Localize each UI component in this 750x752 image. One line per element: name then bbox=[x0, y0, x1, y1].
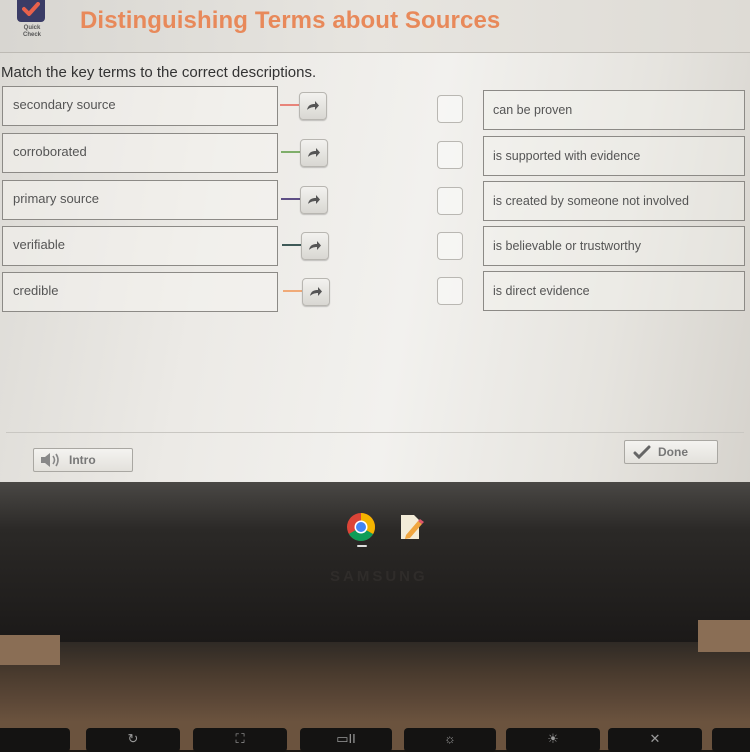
key-mute[interactable]: ✕ bbox=[608, 728, 702, 752]
description-label: can be proven bbox=[493, 103, 573, 117]
key-fullscreen[interactable]: ⛶ bbox=[193, 728, 287, 752]
answer-drop-box[interactable] bbox=[437, 187, 463, 215]
speaker-icon bbox=[40, 452, 62, 468]
arrow-icon bbox=[307, 101, 319, 110]
description-item: is created by someone not involved bbox=[483, 181, 745, 221]
arrow-icon bbox=[308, 195, 320, 204]
shelf-app-text-editor[interactable] bbox=[396, 512, 426, 542]
match-arrow-button[interactable] bbox=[300, 186, 328, 214]
done-label: Done bbox=[658, 445, 688, 459]
answer-drop-box[interactable] bbox=[437, 277, 463, 305]
description-item: can be proven bbox=[483, 90, 745, 130]
term-connector bbox=[281, 198, 301, 200]
running-indicator bbox=[357, 545, 367, 547]
answer-drop-box[interactable] bbox=[437, 232, 463, 260]
intro-button[interactable]: Intro bbox=[33, 448, 133, 472]
checkmark-icon bbox=[22, 2, 40, 16]
shelf bbox=[346, 512, 426, 542]
term-label: credible bbox=[13, 283, 59, 298]
shelf-app-chrome[interactable] bbox=[346, 512, 376, 542]
text-editor-icon bbox=[401, 515, 424, 539]
key-refresh[interactable]: ↻ bbox=[86, 728, 180, 752]
description-label: is supported with evidence bbox=[493, 149, 641, 163]
term-connector bbox=[280, 104, 300, 106]
key-back[interactable] bbox=[0, 728, 70, 752]
instructions: Match the key terms to the correct descr… bbox=[1, 64, 317, 81]
quick-check-label-line1: Quick bbox=[23, 25, 41, 31]
screen: Quick Check Distinguishing Terms about S… bbox=[0, 0, 750, 482]
description-label: is created by someone not involved bbox=[493, 194, 689, 208]
key-overview[interactable]: ▭II bbox=[300, 728, 392, 752]
term-connector bbox=[282, 244, 302, 246]
arrow-icon bbox=[308, 148, 320, 157]
term-item[interactable]: secondary source bbox=[2, 86, 278, 126]
term-item[interactable]: corroborated bbox=[2, 133, 278, 173]
match-arrow-button[interactable] bbox=[300, 139, 328, 167]
hinge-left bbox=[0, 635, 60, 665]
arrow-icon bbox=[309, 241, 321, 250]
device-brand: SAMSUNG bbox=[330, 568, 428, 585]
key-brightness-down[interactable]: ☼ bbox=[404, 728, 496, 752]
description-label: is direct evidence bbox=[493, 284, 590, 298]
screen-bezel bbox=[0, 482, 750, 642]
hinge-right bbox=[698, 620, 750, 652]
term-label: verifiable bbox=[13, 237, 66, 252]
term-connector bbox=[283, 290, 303, 292]
footer-divider bbox=[6, 432, 744, 433]
checkmark-icon bbox=[633, 445, 651, 459]
key-brightness-up[interactable]: ☀ bbox=[506, 728, 600, 752]
match-arrow-button[interactable] bbox=[299, 92, 327, 120]
laptop-hinge bbox=[0, 642, 750, 722]
key-volume[interactable] bbox=[712, 728, 750, 752]
description-item: is supported with evidence bbox=[483, 136, 745, 176]
activity-header: Quick Check Distinguishing Terms about S… bbox=[0, 0, 750, 53]
term-item[interactable]: verifiable bbox=[2, 226, 278, 266]
term-label: primary source bbox=[13, 191, 99, 206]
term-label: secondary source bbox=[13, 97, 116, 112]
match-arrow-button[interactable] bbox=[302, 278, 330, 306]
quick-check-badge bbox=[17, 0, 45, 22]
intro-label: Intro bbox=[69, 453, 96, 467]
description-item: is believable or trustworthy bbox=[483, 226, 745, 266]
answer-drop-box[interactable] bbox=[437, 95, 463, 123]
term-connector bbox=[281, 151, 301, 153]
chrome-icon bbox=[347, 513, 375, 541]
quick-check-label: Quick Check bbox=[14, 25, 50, 39]
term-item[interactable]: primary source bbox=[2, 180, 278, 220]
match-arrow-button[interactable] bbox=[301, 232, 329, 260]
page-title: Distinguishing Terms about Sources bbox=[80, 7, 501, 34]
arrow-icon bbox=[310, 287, 322, 296]
term-item[interactable]: credible bbox=[2, 272, 278, 312]
done-button[interactable]: Done bbox=[624, 440, 718, 464]
description-label: is believable or trustworthy bbox=[493, 239, 641, 253]
description-item: is direct evidence bbox=[483, 271, 745, 311]
answer-drop-box[interactable] bbox=[437, 141, 463, 169]
quick-check-label-line2: Check bbox=[22, 32, 41, 38]
term-label: corroborated bbox=[13, 144, 87, 159]
